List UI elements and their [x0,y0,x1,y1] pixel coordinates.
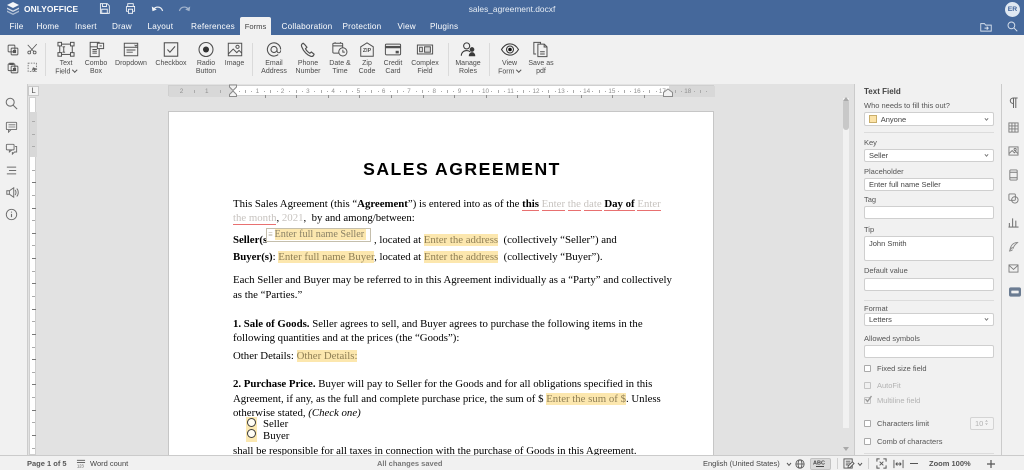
svg-text:ABC: ABC [813,461,825,467]
svg-text:123: 123 [77,464,85,468]
